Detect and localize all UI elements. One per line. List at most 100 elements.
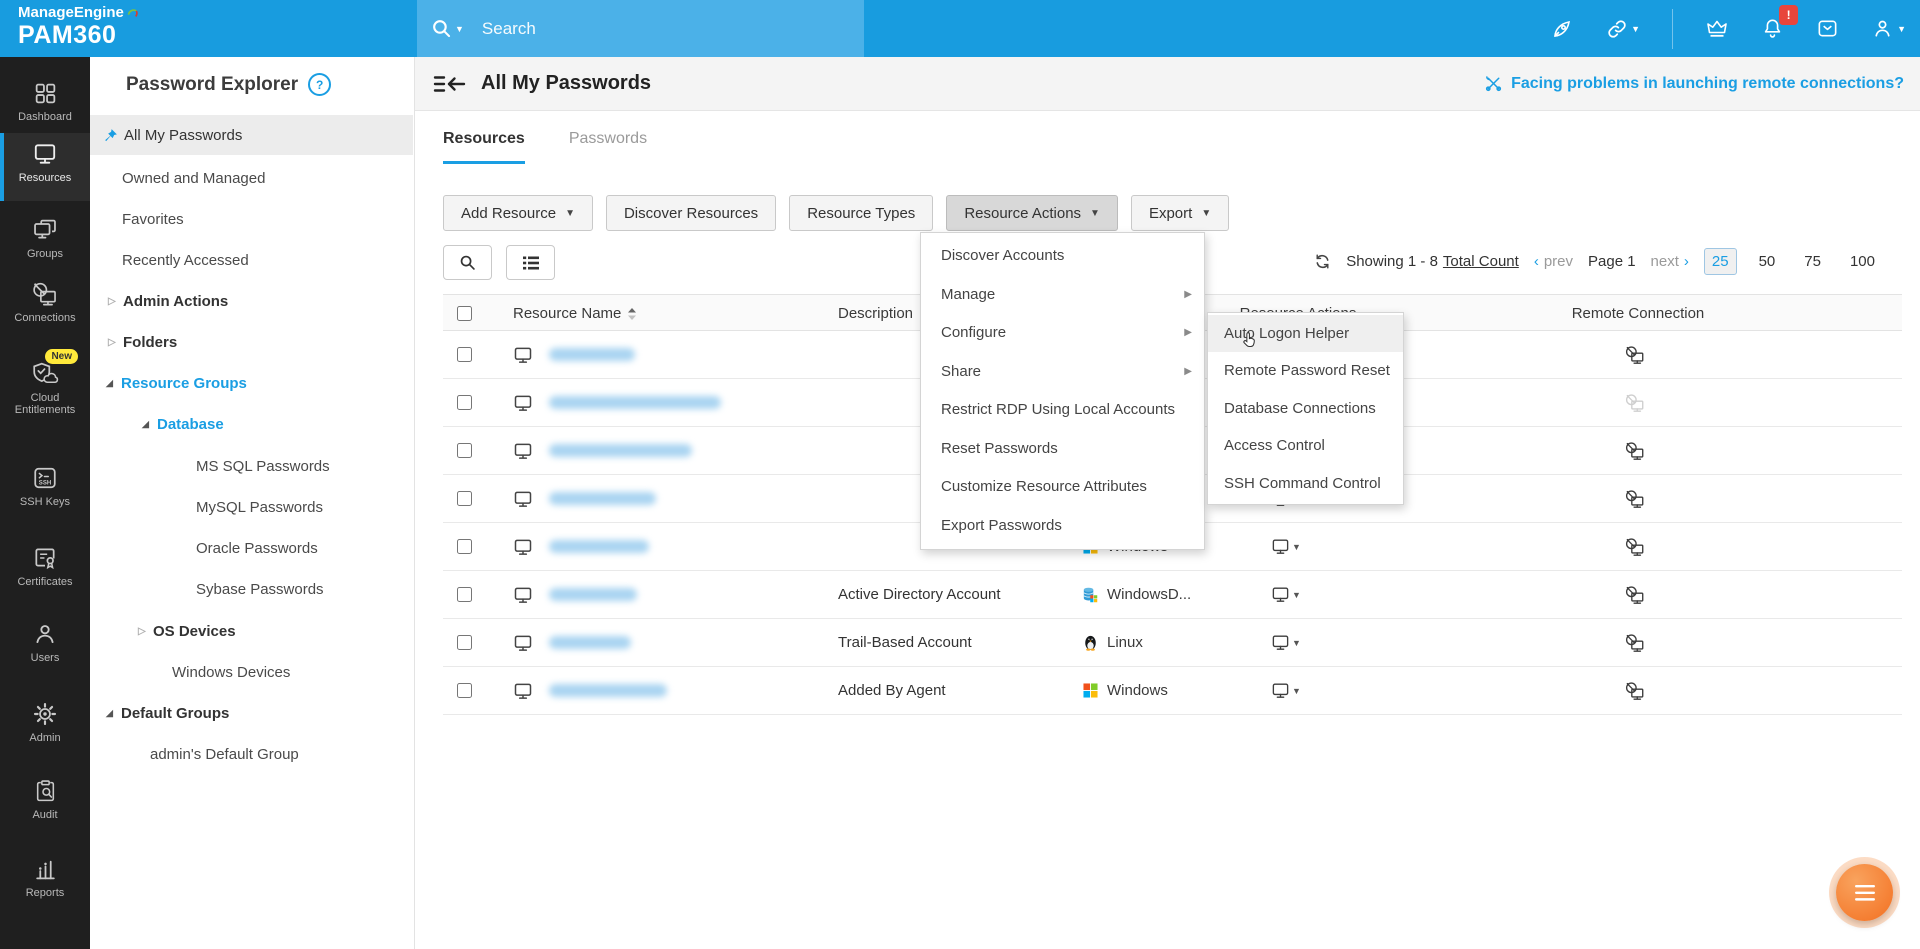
remote-connection-icon[interactable] [1625, 427, 1645, 474]
table-row[interactable]: Trail-Based Account Linux ▼ [443, 619, 1902, 667]
help-icon[interactable]: ? [308, 73, 332, 96]
sidebar-item-dashboard[interactable]: Dashboard [0, 73, 90, 137]
tab-resources[interactable]: Resources [443, 130, 525, 164]
expanded-arrow-icon[interactable]: ◢ [142, 419, 157, 430]
sort-icon[interactable] [628, 307, 637, 320]
row-checkbox[interactable] [457, 635, 472, 650]
user-account-icon[interactable]: ▼ [1871, 17, 1906, 40]
remote-connection-icon[interactable] [1625, 475, 1645, 522]
total-count-link[interactable]: Total Count [1443, 253, 1519, 270]
remote-connection-icon[interactable] [1625, 667, 1645, 714]
remote-connection-icon[interactable] [1625, 331, 1645, 378]
row-resource-actions-icon[interactable]: ▼ [1271, 523, 1301, 570]
quick-actions-fab[interactable] [1836, 864, 1893, 921]
collapsed-arrow-icon[interactable]: ▷ [108, 337, 123, 348]
tree-item-sybase-passwords[interactable]: Sybase Passwords [90, 569, 413, 609]
resource-name-redacted[interactable] [549, 331, 635, 378]
page-size-100[interactable]: 100 [1843, 249, 1882, 274]
remote-connection-icon[interactable] [1625, 523, 1645, 570]
collapsed-arrow-icon[interactable]: ▷ [138, 626, 153, 637]
row-checkbox[interactable] [457, 587, 472, 602]
sidebar-item-groups[interactable]: Groups [0, 209, 90, 273]
table-row[interactable]: Added By Agent Windows ▼ [443, 667, 1902, 715]
submenu-item-auto-logon-helper[interactable]: Auto Logon Helper [1208, 315, 1403, 353]
tree-item-recently-accessed[interactable]: Recently Accessed [90, 240, 413, 280]
menu-item-manage[interactable]: Manage ▶ [921, 276, 1204, 315]
global-search[interactable]: ▼ [417, 0, 864, 57]
resource-name-redacted[interactable] [549, 667, 667, 714]
add-resource-button[interactable]: Add Resource ▼ [443, 195, 593, 231]
select-all-checkbox[interactable] [457, 306, 472, 321]
sidebar-item-ssh-keys[interactable]: SSH SSH Keys [0, 457, 90, 527]
column-header-description[interactable]: Description [838, 295, 913, 332]
row-checkbox[interactable] [457, 683, 472, 698]
tree-item-os-devices[interactable]: ▷ OS Devices [90, 611, 413, 651]
resource-actions-button[interactable]: Resource Actions ▼ [946, 195, 1118, 231]
tree-item-resource-groups[interactable]: ◢ Resource Groups [90, 363, 413, 403]
search-input[interactable] [479, 17, 784, 40]
tree-item-ms-sql-passwords[interactable]: MS SQL Passwords [90, 446, 413, 486]
menu-item-reset-passwords[interactable]: Reset Passwords [921, 430, 1204, 469]
refresh-icon[interactable] [1314, 253, 1331, 270]
messages-mail-icon[interactable] [1816, 17, 1839, 40]
tree-item-favorites[interactable]: Favorites [90, 199, 413, 239]
sidebar-item-admin[interactable]: Admin [0, 693, 90, 757]
column-header-resource-name[interactable]: Resource Name [513, 295, 637, 332]
tree-item-admins-default-group[interactable]: admin's Default Group [90, 734, 413, 774]
discover-resources-button[interactable]: Discover Resources [605, 195, 777, 231]
row-checkbox[interactable] [457, 395, 472, 410]
row-resource-actions-icon[interactable]: ▼ [1271, 571, 1301, 618]
submenu-item-remote-password-reset[interactable]: Remote Password Reset [1208, 352, 1403, 389]
resource-name-redacted[interactable] [549, 475, 656, 522]
collapse-back-icon[interactable] [433, 74, 467, 94]
row-resource-actions-icon[interactable]: ▼ [1271, 619, 1301, 666]
expanded-arrow-icon[interactable]: ◢ [106, 708, 121, 719]
tree-item-oracle-passwords[interactable]: Oracle Passwords [90, 528, 413, 568]
sidebar-item-cloud-entitlements[interactable]: New Cloud Entitlements [0, 349, 90, 437]
row-checkbox[interactable] [457, 347, 472, 362]
menu-item-customize-resource-attributes[interactable]: Customize Resource Attributes [921, 468, 1204, 507]
tree-item-folders[interactable]: ▷ Folders [90, 322, 413, 362]
sidebar-item-users[interactable]: Users [0, 613, 90, 677]
page-size-50[interactable]: 50 [1752, 249, 1783, 274]
resource-name-redacted[interactable] [549, 427, 692, 474]
sidebar-item-resources[interactable]: Resources [0, 133, 90, 201]
row-resource-actions-icon[interactable]: ▼ [1271, 667, 1301, 714]
whats-new-rocket-icon[interactable] [1550, 17, 1574, 41]
export-button[interactable]: Export ▼ [1130, 195, 1230, 231]
submenu-item-ssh-command-control[interactable]: SSH Command Control [1208, 465, 1403, 502]
remote-connection-icon[interactable] [1625, 571, 1645, 618]
sidebar-item-reports[interactable]: Reports [0, 849, 90, 913]
sidebar-item-certificates[interactable]: Certificates [0, 537, 90, 607]
submenu-item-access-control[interactable]: Access Control [1208, 427, 1403, 464]
resource-name-redacted[interactable] [549, 523, 649, 570]
license-crown-icon[interactable] [1705, 17, 1729, 41]
tree-item-default-groups[interactable]: ◢ Default Groups [90, 693, 413, 733]
next-page-button[interactable]: next › [1651, 253, 1689, 270]
menu-item-discover-accounts[interactable]: Discover Accounts [921, 237, 1204, 276]
resource-name-redacted[interactable] [549, 619, 631, 666]
column-header-remote-connection[interactable]: Remote Connection [1548, 295, 1728, 332]
sidebar-item-connections[interactable]: Connections [0, 273, 90, 345]
tree-item-database[interactable]: ◢ Database [90, 404, 413, 444]
row-checkbox[interactable] [457, 539, 472, 554]
column-chooser-button[interactable] [506, 245, 555, 280]
tree-item-all-my-passwords[interactable]: All My Passwords [90, 115, 413, 155]
sidebar-item-audit[interactable]: Audit [0, 771, 90, 835]
prev-page-button[interactable]: ‹ prev [1534, 253, 1573, 270]
table-search-button[interactable] [443, 245, 492, 280]
menu-item-export-passwords[interactable]: Export Passwords [921, 507, 1204, 546]
menu-item-share[interactable]: Share ▶ [921, 353, 1204, 392]
remote-connection-icon[interactable] [1625, 619, 1645, 666]
remote-connection-help-link[interactable]: Facing problems in launching remote conn… [1484, 74, 1904, 93]
table-row[interactable]: Active Directory Account WindowsD... ▼ [443, 571, 1902, 619]
resource-types-button[interactable]: Resource Types [789, 195, 934, 231]
resource-name-redacted[interactable] [549, 379, 721, 426]
expanded-arrow-icon[interactable]: ◢ [106, 378, 121, 389]
row-checkbox[interactable] [457, 443, 472, 458]
tree-item-windows-devices[interactable]: Windows Devices [90, 652, 413, 692]
collapsed-arrow-icon[interactable]: ▷ [108, 296, 123, 307]
tab-passwords[interactable]: Passwords [569, 130, 647, 164]
menu-item-configure[interactable]: Configure ▶ [921, 314, 1204, 353]
row-checkbox[interactable] [457, 491, 472, 506]
